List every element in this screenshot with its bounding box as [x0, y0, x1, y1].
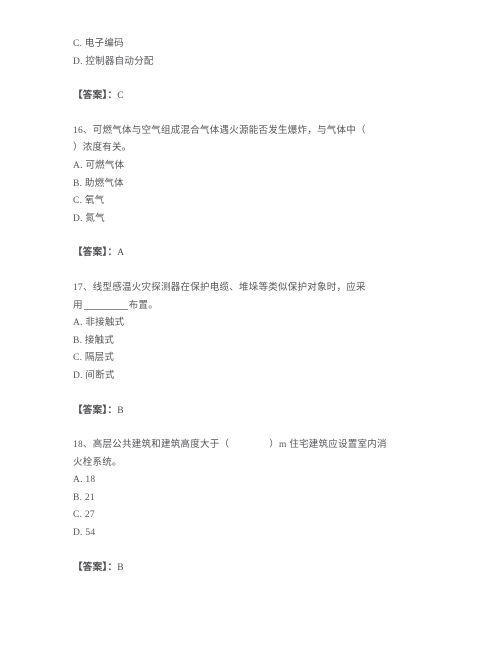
answer-line: 【答案】：A — [73, 245, 433, 263]
question-stem: 16、可燃气体与空气组成混合气体遇火源能否发生爆炸，与气体中（ ）浓度有关。 — [73, 123, 433, 158]
answer-row: 【答案】：B — [73, 403, 433, 421]
document-content: C. 电子编码 D. 控制器自动分配 【答案】：C 16、可燃气体与空气组成混合… — [73, 36, 433, 594]
question-block-17: 17、线型感温火灾探测器在保护电缆、堆垛等类似保护对象时，应采 用 布置。 A. … — [73, 280, 433, 420]
option-list: A. 可燃气体 B. 助燃气体 C. 氧气 D. 氮气 — [73, 158, 433, 228]
stem-text-before-blank: 用 — [73, 300, 83, 311]
question-stem-line: 火栓系统。 — [73, 457, 122, 468]
question-stem-line: 16、可燃气体与空气组成混合气体遇火源能否发生爆炸，与气体中（ — [73, 125, 366, 136]
option-item: B. 接触式 — [73, 335, 115, 346]
document-page: C. 电子编码 D. 控制器自动分配 【答案】：C 16、可燃气体与空气组成混合… — [0, 0, 500, 647]
option-item: C. 氧气 — [73, 196, 105, 207]
answer-line: 【答案】：B — [73, 403, 433, 421]
answer-line: 【答案】：B — [73, 560, 433, 578]
question-block-18: 18、高层公共建筑和建筑高度大于（ ）m 住宅建筑应设置室内消 火栓系统。 A. … — [73, 437, 433, 577]
stem-text-before-gap: 18、高层公共建筑和建筑高度大于（ — [73, 440, 230, 451]
answer-label: 【答案】： — [73, 248, 118, 259]
answer-row: 【答案】：C — [73, 88, 433, 106]
option-item: D. 54 — [73, 528, 96, 539]
question-stem-line: 18、高层公共建筑和建筑高度大于（ ）m 住宅建筑应设置室内消 — [73, 437, 433, 455]
option-list: A. 非接触式 B. 接触式 C. 隔层式 D. 间断式 — [73, 315, 433, 385]
option-item: B. 21 — [73, 492, 95, 503]
option-list: C. 电子编码 D. 控制器自动分配 — [73, 36, 433, 71]
option-item: D. 间断式 — [73, 370, 115, 381]
question-stem: 17、线型感温火灾探测器在保护电缆、堆垛等类似保护对象时，应采 用 布置。 — [73, 280, 433, 315]
option-item: A. 可燃气体 — [73, 160, 125, 171]
answer-label: 【答案】： — [73, 562, 118, 573]
question-stem-line: 17、线型感温火灾探测器在保护电缆、堆垛等类似保护对象时，应采 — [73, 282, 366, 293]
option-item: A. 18 — [73, 475, 96, 486]
option-item: C. 电子编码 — [73, 39, 124, 49]
option-item: B. 助燃气体 — [73, 178, 124, 189]
stem-text-after-blank: 布置。 — [128, 300, 159, 311]
question-block-trailing: C. 电子编码 D. 控制器自动分配 【答案】：C — [73, 36, 433, 106]
question-stem-line: ）浓度有关。 — [73, 143, 132, 154]
answer-value: C — [117, 91, 124, 102]
question-stem: 18、高层公共建筑和建筑高度大于（ ）m 住宅建筑应设置室内消 火栓系统。 — [73, 437, 433, 472]
question-block-16: 16、可燃气体与空气组成混合气体遇火源能否发生爆炸，与气体中（ ）浓度有关。 A… — [73, 123, 433, 263]
stem-text-after-gap: ）m 住宅建筑应设置室内消 — [269, 440, 387, 451]
answer-value: B — [117, 405, 124, 416]
question-stem-line: 用 布置。 — [73, 298, 433, 316]
option-item: D. 氮气 — [73, 213, 105, 224]
answer-row: 【答案】：A — [73, 245, 433, 263]
answer-line: 【答案】：C — [73, 88, 433, 106]
answer-value: A — [117, 248, 125, 259]
option-item: C. 隔层式 — [73, 353, 115, 364]
answer-label: 【答案】： — [73, 91, 118, 102]
answer-value: B — [117, 562, 124, 573]
answer-label: 【答案】： — [73, 405, 118, 416]
option-item: A. 非接触式 — [73, 318, 125, 329]
option-item: D. 控制器自动分配 — [73, 56, 154, 67]
option-item: C. 27 — [73, 510, 95, 521]
fill-in-blank-rule — [83, 308, 128, 310]
answer-row: 【答案】：B — [73, 560, 433, 578]
option-list: A. 18 B. 21 C. 27 D. 54 — [73, 472, 433, 542]
